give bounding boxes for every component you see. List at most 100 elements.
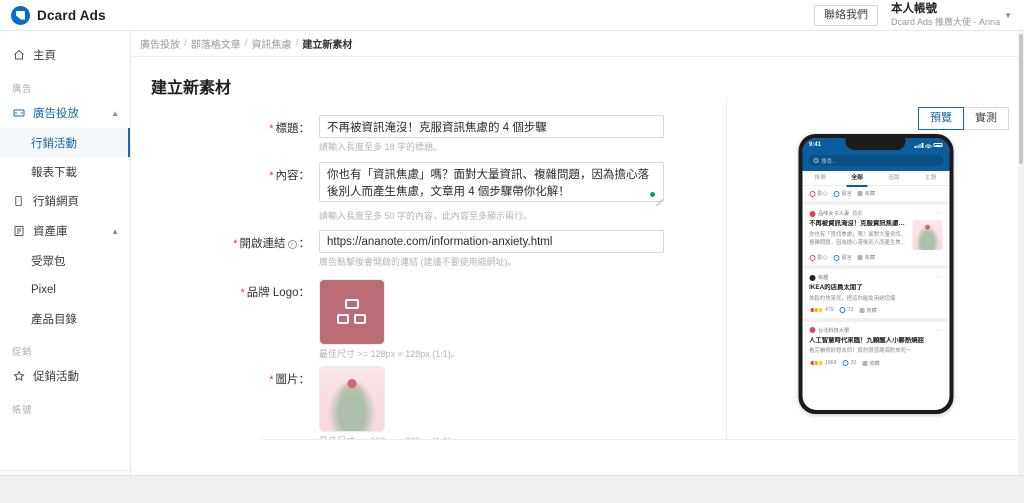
sidebar-item-product-catalog-label: 產品目錄 — [31, 313, 77, 326]
creative-image-upload[interactable] — [319, 366, 385, 433]
phone-post-card[interactable]: 台北科技大學 ⋯ 人工智慧時代來臨！九顆醒人小夥熱燒屁 看完嚇得好想去同！真的很… — [802, 317, 949, 371]
dcard-logo-icon — [11, 5, 30, 25]
resize-grip-icon[interactable] — [656, 198, 663, 206]
content-field-wrap: 你也有「資訊焦慮」嗎？面對大量資訊、複雜問題，因為擔心落後別人而產生焦慮，文章用… — [319, 161, 664, 223]
blocks-icon — [337, 298, 367, 325]
phone-search-placeholder: 搜尋... — [821, 158, 837, 165]
title-label: * 標題： — [269, 123, 310, 135]
post-comment-count[interactable]: 20 — [842, 360, 856, 366]
sidebar-item-pixel-label: Pixel — [31, 283, 56, 296]
reaction-comment[interactable]: 留言 — [833, 190, 852, 197]
sidebar-item-asset-library[interactable]: 資產庫 ▲ — [0, 216, 130, 246]
breadcrumb-current: 建立新素材 — [302, 40, 353, 51]
reaction-like[interactable]: 愛心 — [809, 190, 827, 197]
phone-clock: 9:41 — [809, 142, 822, 148]
link-hint: 廣告點擊後會開啟的連結 (建議不要使用縮網址)。 — [319, 257, 517, 268]
title-hint: 請輸入長度至多 18 字的標題。 — [319, 142, 443, 152]
breadcrumb-item-1[interactable]: 部落格文章 — [191, 36, 241, 51]
breadcrumb-separator: / — [295, 38, 299, 49]
sidebar-item-campaigns[interactable]: 行銷活動 — [0, 128, 130, 157]
account-name: 本人帳號 — [891, 3, 938, 16]
post-comment-count[interactable]: 73 — [839, 307, 853, 314]
content-label-text: 內容 — [275, 169, 299, 182]
ad-stat-comment[interactable]: 留言 — [833, 254, 852, 261]
sidebar-item-promotion[interactable]: 促銷活動 — [0, 361, 130, 391]
phone-tab-all[interactable]: 全部 — [839, 171, 876, 187]
form-action-bar: 取 消 建 立 — [262, 439, 1024, 475]
ad-stat-like-label: 愛心 — [817, 255, 828, 261]
sidebar-item-product-catalog[interactable]: 產品目錄 — [0, 304, 130, 333]
form-row-logo: * 品牌 Logo： 最佳尺寸 >= 128px × 128px (1:1)。 — [131, 278, 726, 361]
link-input[interactable] — [319, 230, 664, 254]
sidebar-item-asset-library-label: 資產庫 — [33, 226, 68, 238]
breadcrumb-item-2[interactable]: 資訊焦慮 — [252, 36, 292, 51]
content-textarea[interactable]: 你也有「資訊焦慮」嗎？面對大量資訊、複雜問題，因為擔心落後別人而產生焦慮，文章用… — [319, 161, 664, 202]
phone-post-forum: 台北科技大學 — [818, 327, 850, 334]
logo-field-wrap: 最佳尺寸 >= 128px × 128px (1:1)。 — [319, 278, 664, 361]
phone-tab-following[interactable]: 追蹤 — [876, 171, 913, 186]
title-input[interactable] — [319, 115, 664, 138]
image-field-wrap: 最佳尺寸 >= 300px × 300px (1:1)。 — [319, 366, 664, 448]
phone-post-stats: 479 73 收藏 — [809, 307, 942, 314]
phone-search-box[interactable]: 搜尋... — [808, 155, 943, 166]
chevron-up-icon: ▲ — [111, 226, 119, 236]
preview-mode-toggle: 預覽 實測 — [918, 107, 1009, 130]
phone-tab-topics[interactable]: 主題 — [912, 171, 949, 186]
comment-icon — [839, 307, 846, 314]
post-like-count[interactable]: 479 — [809, 307, 834, 314]
phone-post-stats: 1869 20 收藏 — [809, 360, 942, 367]
breadcrumb-item-0[interactable]: 廣告投放 — [140, 36, 180, 51]
post-like-count-value: 479 — [825, 307, 834, 314]
megaphone-icon — [12, 107, 25, 119]
reaction-save[interactable]: 收藏 — [857, 190, 875, 197]
sidebar-item-home-label: 主頁 — [33, 50, 56, 62]
form-row-link: *開啟連結i： 廣告點擊後會開啟的連結 (建議不要使用縮網址)。 — [131, 230, 726, 269]
brand-logo-upload[interactable] — [319, 278, 385, 345]
phone-reaction-row: 愛心 留言 收藏 — [802, 186, 949, 201]
more-options-icon[interactable]: ⋯ — [936, 274, 943, 281]
sidebar-item-home[interactable]: 主頁 — [0, 40, 130, 70]
reaction-emoji-stack-icon — [809, 307, 823, 314]
sidebar-item-audience-label: 受眾包 — [31, 255, 66, 268]
phone-ad-stats: 愛心 留言 收藏 — [809, 254, 942, 261]
main-content: 廣告投放 / 部落格文章 / 資訊焦慮 / 建立新素材 建立新素材 *標題： 請… — [131, 31, 1024, 503]
wifi-icon — [925, 142, 931, 148]
sidebar-item-audience[interactable]: 受眾包 — [0, 246, 130, 275]
tab-preview[interactable]: 預覽 — [918, 107, 964, 130]
form-row-content: * 內容： 你也有「資訊焦慮」嗎？面對大量資訊、複雜問題，因為擔心落後別人而產生焦… — [131, 161, 726, 223]
library-icon — [12, 225, 25, 237]
sidebar-item-pixel[interactable]: Pixel — [0, 275, 130, 304]
forum-avatar-icon — [809, 210, 815, 217]
logo-label: * 品牌 Logo： — [240, 286, 310, 299]
phone-status-icons — [914, 142, 942, 148]
more-options-icon[interactable]: ⋯ — [936, 327, 943, 334]
ad-stat-save[interactable]: 收藏 — [857, 254, 875, 261]
page-scrollbar-thumb[interactable] — [1019, 34, 1023, 164]
sidebar-item-report-download[interactable]: 報表下載 — [0, 157, 130, 186]
phone-search-bar[interactable]: 搜尋... — [802, 152, 949, 171]
content-status-dot-icon — [650, 191, 655, 197]
home-icon — [12, 49, 25, 61]
post-save[interactable]: 收藏 — [859, 307, 877, 314]
phone-ad-card[interactable]: 品味女子人妻 贊助 ⋯ 不再被資訊淹沒！克服資訊焦慮的... 你也有「資訊焦慮」… — [802, 201, 949, 265]
phone-notch — [845, 138, 906, 150]
more-options-icon[interactable]: ⋯ — [936, 210, 943, 217]
sidebar-item-landing-page-label: 行銷網頁 — [33, 196, 79, 208]
post-like-count[interactable]: 1869 — [809, 360, 837, 366]
phone-tab-recommend[interactable]: 推薦 — [802, 171, 839, 186]
comment-icon — [833, 190, 840, 197]
sidebar-item-landing-page[interactable]: 行銷網頁 — [0, 186, 130, 216]
post-save[interactable]: 收藏 — [862, 360, 880, 367]
info-icon[interactable]: i — [287, 240, 297, 250]
content-label: * 內容： — [269, 169, 310, 182]
phone-post-desc: 放鬆的快笑死，把這你能免用絕您爆 — [809, 295, 896, 302]
phone-ad-desc: 你也有「資訊焦慮」嗎？面對大量資訊、複雜問題，因為擔心落後別人而產生焦... — [809, 231, 907, 246]
creative-form: *標題： 請輸入長度至多 18 字的標題。 *內容： 你也有「資訊焦慮」嗎？面對… — [131, 98, 726, 489]
sidebar-item-ads-delivery[interactable]: 廣告投放 ▲ — [0, 98, 130, 128]
contact-us-button[interactable]: 聯絡我們 — [814, 4, 879, 26]
ad-stat-like[interactable]: 愛心 — [809, 254, 827, 261]
tab-live-test[interactable]: 實測 — [963, 107, 1009, 130]
brand[interactable]: Dcard Ads — [0, 5, 131, 25]
phone-post-card[interactable]: 有趣 ⋯ IKEA的店員太閒了 放鬆的快笑死，把這你能免用絕您爆 479 73 … — [802, 265, 949, 318]
account-menu[interactable]: 本人帳號 Dcard Ads 推廣大使 - Anna ▼ — [891, 2, 1012, 28]
